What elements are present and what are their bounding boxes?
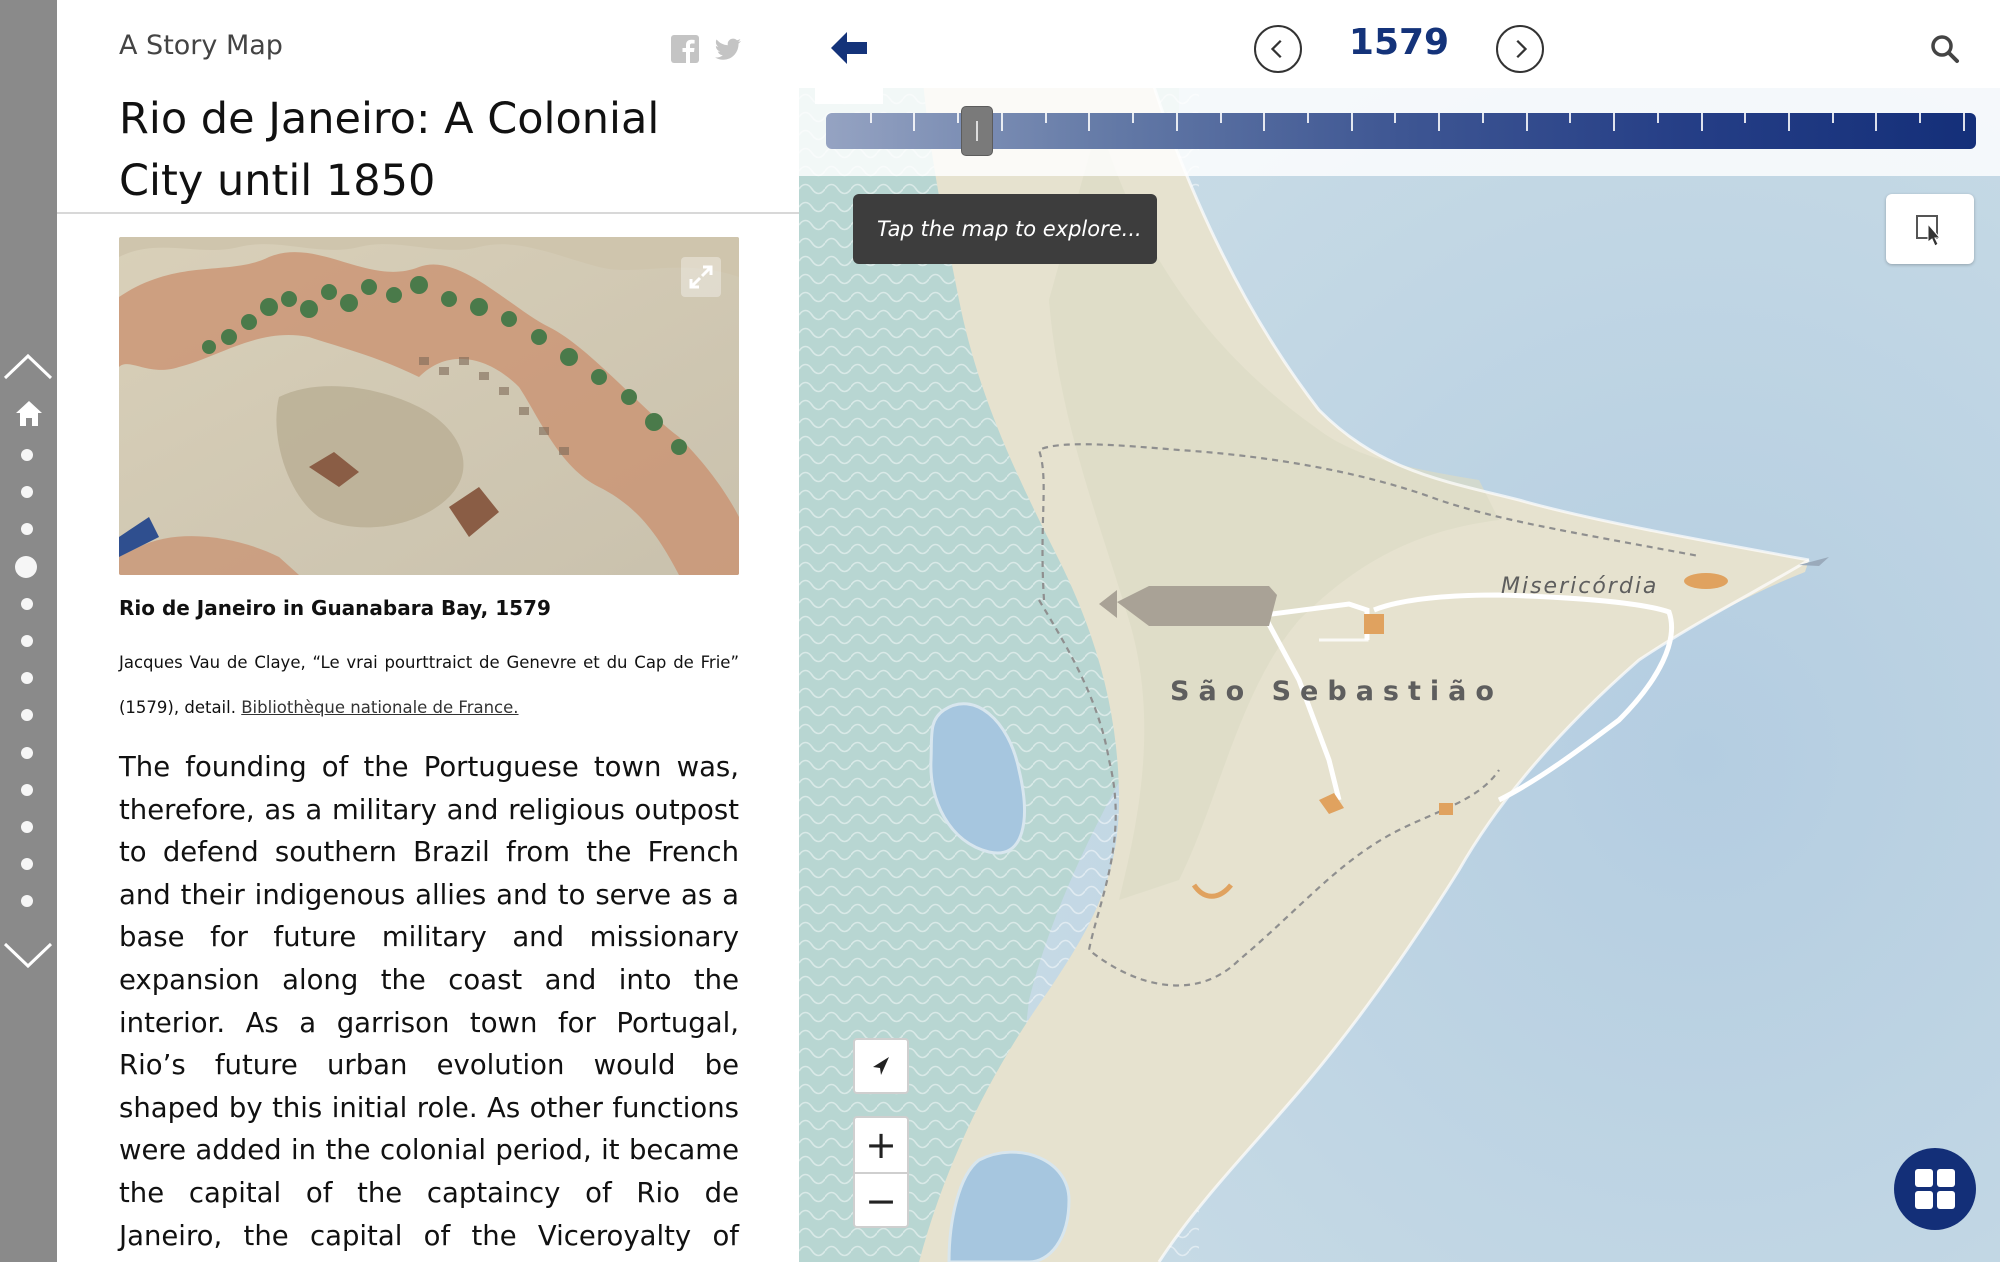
slider-tick [1788, 113, 1790, 131]
timeline-slider-thumb[interactable] [960, 106, 993, 156]
next-year-button[interactable] [1496, 25, 1544, 73]
town-label: São Sebastião [1170, 676, 1503, 707]
timeline-slider-track[interactable] [826, 113, 1976, 149]
nav-dot[interactable] [21, 597, 33, 610]
map-view[interactable]: São Sebastião Misericórdia 1579 Tap the … [799, 0, 2000, 1262]
current-year: 1579 [1348, 22, 1450, 63]
timeline-header: 1579 [799, 0, 2000, 88]
select-feature-button[interactable] [1886, 194, 1974, 264]
zoom-out-button[interactable]: − [855, 1174, 907, 1228]
slider-tick [1088, 113, 1090, 131]
nav-dot[interactable] [21, 858, 33, 871]
slider-tick [1526, 113, 1528, 131]
slider-tick [1919, 113, 1921, 123]
basemap[interactable] [799, 0, 2000, 1262]
historic-map-image[interactable] [119, 237, 739, 575]
chevron-up-icon[interactable] [0, 352, 57, 382]
nav-dot[interactable] [21, 709, 33, 722]
grid-menu-button[interactable] [1894, 1148, 1976, 1230]
slider-tick [1744, 113, 1746, 123]
figure-caption-title: Rio de Janeiro in Guanabara Bay, 1579 [119, 596, 551, 620]
slider-tick [870, 113, 872, 123]
story-title: Rio de Janeiro: A Colonial City until 18… [119, 94, 660, 206]
slider-tick [1832, 113, 1834, 123]
facebook-icon[interactable] [670, 34, 700, 64]
grid-icon [1915, 1169, 1955, 1209]
home-icon[interactable] [14, 398, 44, 428]
misericordia-label: Misericórdia [1501, 574, 1659, 599]
slider-tick [1438, 113, 1440, 131]
expand-icon[interactable] [681, 257, 721, 297]
figure-credit-link[interactable]: Bibliothèque nationale de France. [241, 698, 518, 717]
zoom-in-button[interactable]: + [855, 1118, 907, 1172]
previous-year-button[interactable] [1254, 25, 1302, 73]
figure-credit: Jacques Vau de Claye, “Le vrai pourttrai… [119, 640, 739, 730]
twitter-icon[interactable] [713, 34, 743, 64]
slider-tick [1351, 113, 1353, 131]
nav-dot[interactable] [21, 821, 33, 833]
back-arrow-icon[interactable] [827, 26, 871, 70]
slider-tick [1132, 113, 1134, 123]
nav-dot[interactable] [21, 523, 33, 536]
story-body-text: The founding of the Portuguese town was,… [119, 751, 739, 1252]
story-panel: A Story Map Rio de Janeiro: A Colonial C… [57, 0, 799, 1262]
chevron-down-icon[interactable] [0, 940, 57, 970]
nav-dot[interactable] [21, 486, 33, 499]
slider-tick [1482, 113, 1484, 123]
slider-tick [1613, 113, 1615, 131]
slider-tick [1701, 113, 1703, 131]
nav-dot[interactable] [21, 449, 33, 461]
zoom-controls: + − [853, 1116, 909, 1228]
nav-dot[interactable] [21, 783, 33, 796]
slider-tick [957, 113, 959, 123]
nav-dot[interactable] [21, 635, 33, 647]
slider-tick [1394, 113, 1396, 123]
pointer-select-icon [1916, 215, 1942, 247]
slider-tick [1875, 113, 1877, 131]
nav-dot[interactable] [21, 746, 33, 759]
slider-tick [1569, 113, 1571, 123]
explore-tooltip: Tap the map to explore... [853, 194, 1157, 264]
slider-tick [1220, 113, 1222, 123]
nav-dot-active[interactable] [15, 555, 37, 578]
slider-tab [815, 88, 883, 104]
slider-tick [913, 113, 915, 131]
slider-tick [1307, 113, 1309, 123]
slider-tick [1657, 113, 1659, 123]
slider-tick [1963, 113, 1965, 131]
story-navigation-rail [0, 0, 57, 1262]
slider-tick [1045, 113, 1047, 123]
slider-tick [1001, 113, 1003, 131]
location-arrow-icon [873, 1057, 889, 1075]
locate-button[interactable] [853, 1038, 909, 1094]
slider-tick [1176, 113, 1178, 131]
story-map-subtitle: A Story Map [119, 30, 283, 61]
nav-dot[interactable] [21, 895, 33, 908]
nav-dot[interactable] [21, 672, 33, 685]
story-header: A Story Map Rio de Janeiro: A Colonial C… [57, 0, 799, 214]
slider-tick [1263, 113, 1265, 131]
search-icon[interactable] [1930, 34, 1960, 64]
